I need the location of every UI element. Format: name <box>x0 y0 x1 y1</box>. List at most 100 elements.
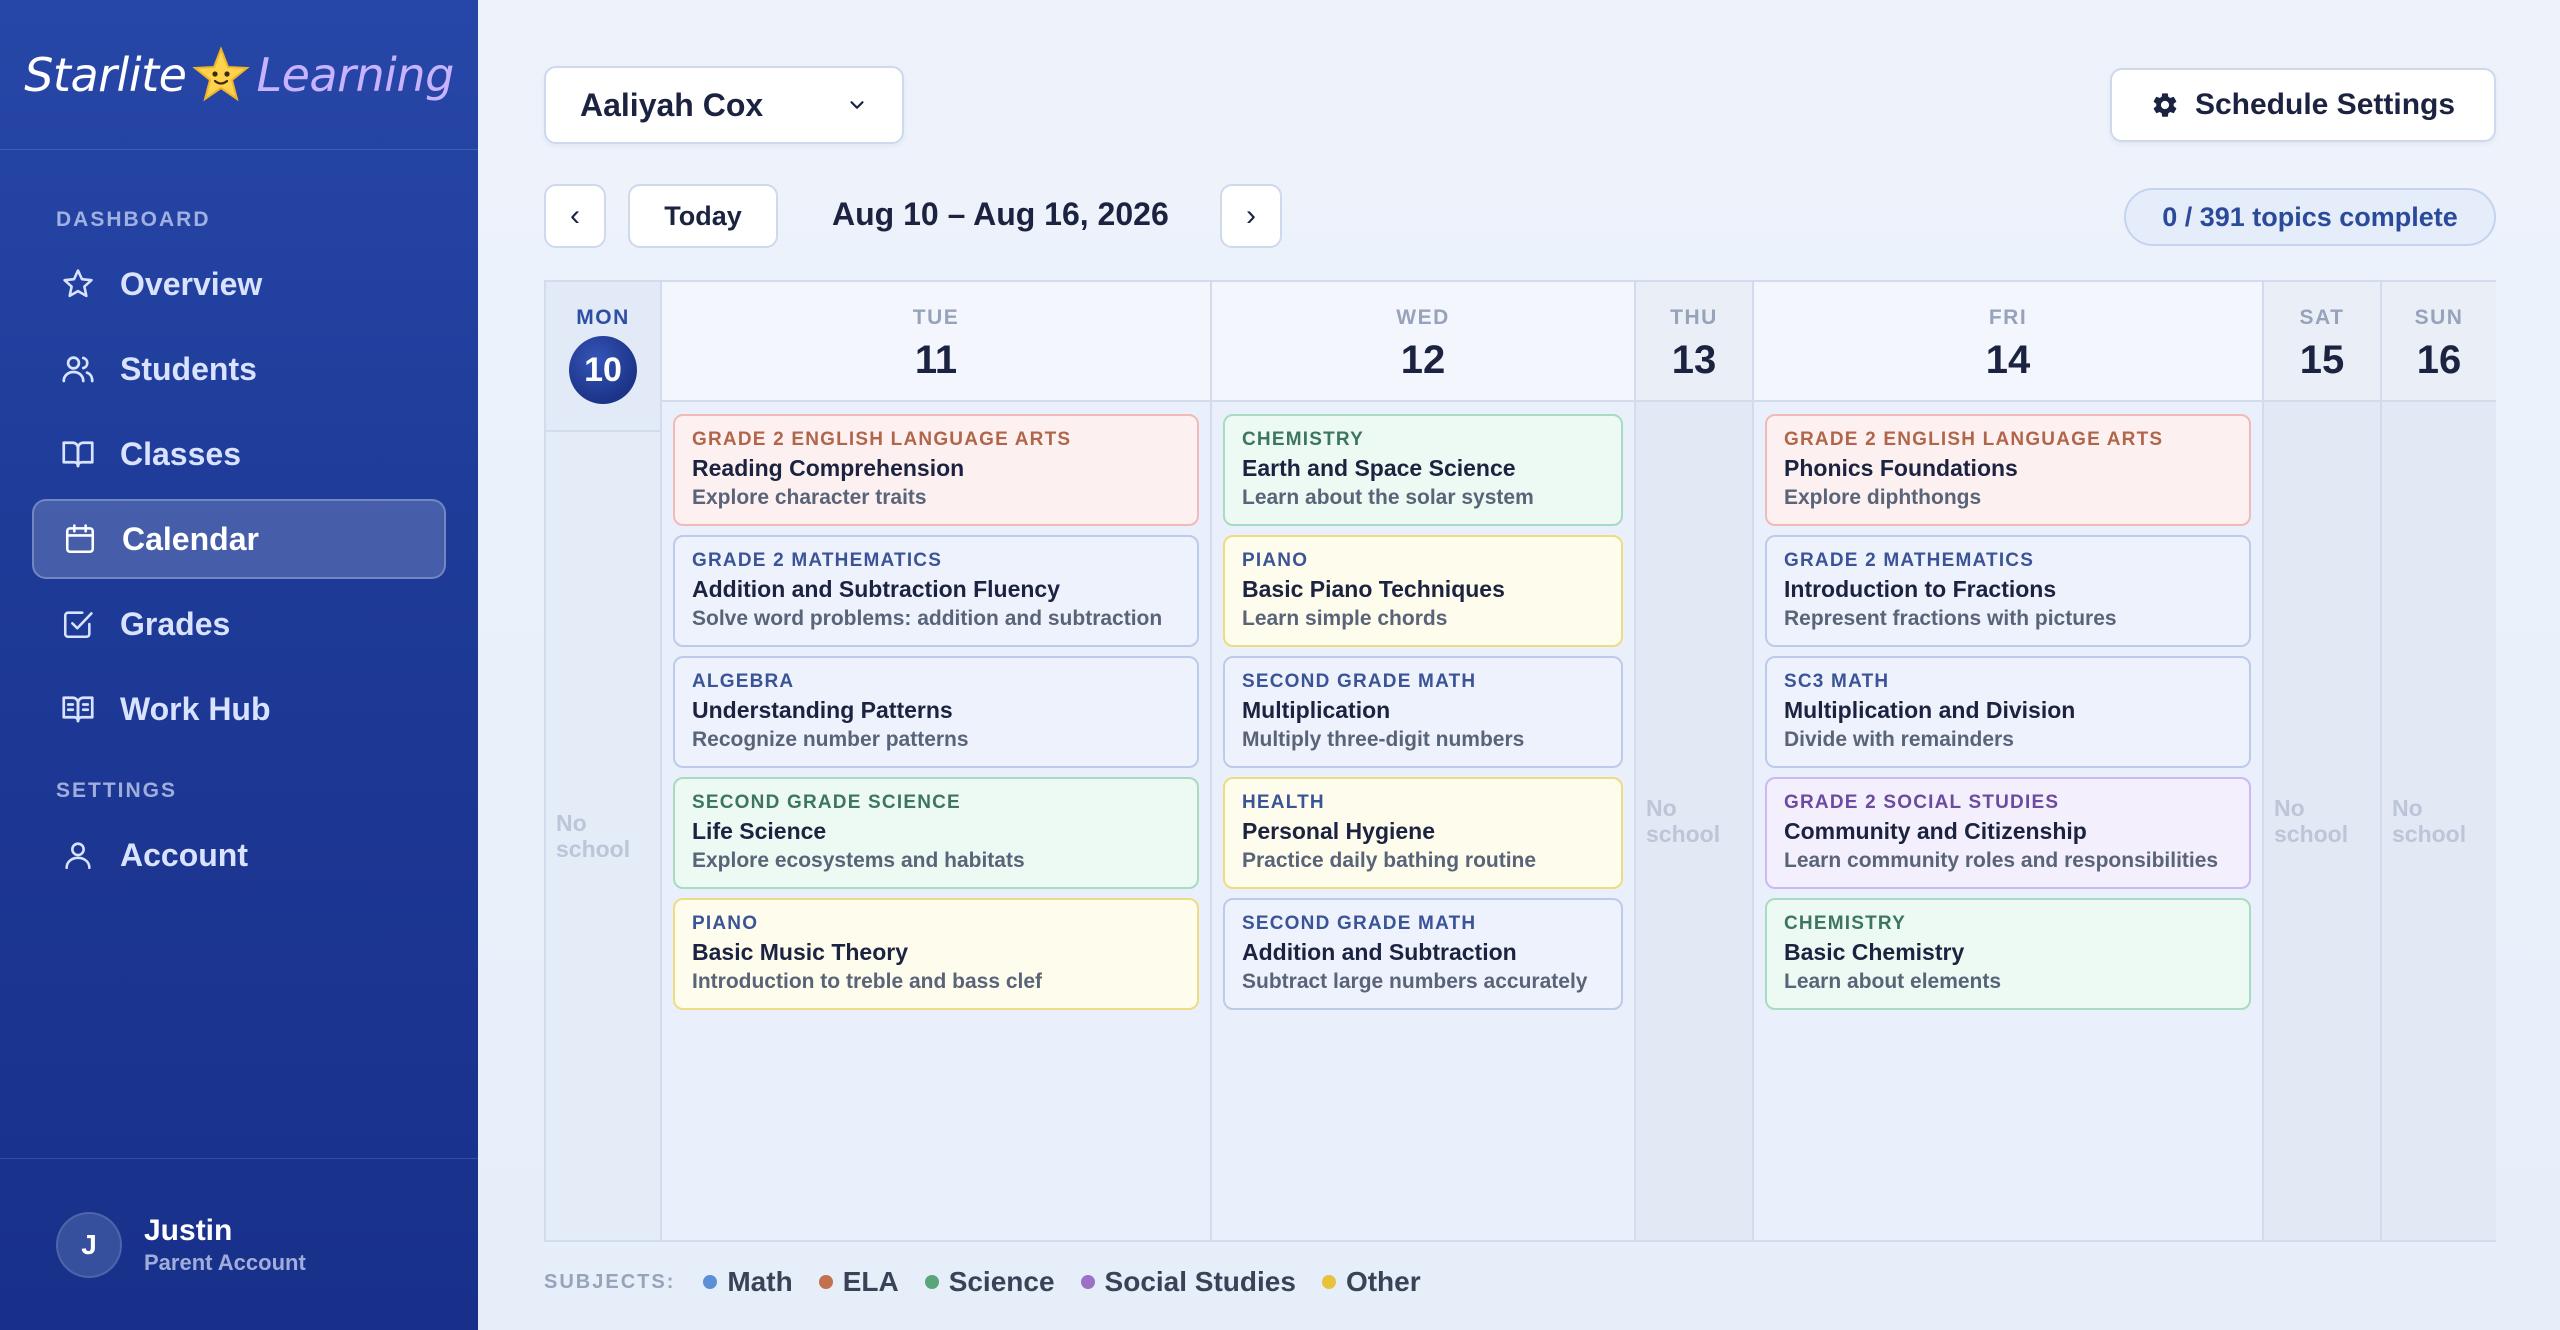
sidebar-item-label: Students <box>120 350 257 387</box>
day-header: FRI 14 <box>1754 282 2262 402</box>
topic-title: Addition and Subtraction Fluency <box>692 576 1060 602</box>
topic-title: Life Science <box>692 818 827 844</box>
topic-description: Learn community roles and responsibiliti… <box>1784 849 2219 872</box>
legend-dot <box>1080 1275 1095 1289</box>
day-column-fri: FRI 14 GRADE 2 ENGLISH LANGUAGE ARTS Pho… <box>1754 282 2264 1240</box>
next-week-button[interactable]: › <box>1220 184 1282 248</box>
today-button[interactable]: Today <box>628 184 778 248</box>
student-select-value: Aaliyah Cox <box>580 86 764 123</box>
day-number: 13 <box>1671 338 1717 382</box>
topic-description: Introduction to treble and bass clef <box>692 970 1043 993</box>
topic-subject: SECOND GRADE MATH <box>1242 671 1477 692</box>
day-of-week: FRI <box>1988 306 2028 329</box>
legend-item-label: Social Studies <box>1104 1266 1296 1297</box>
sidebar-item-label: Classes <box>120 435 241 472</box>
topic-description: Learn simple chords <box>1242 607 1448 630</box>
legend-label: SUBJECTS: <box>544 1270 676 1293</box>
topic-title: Earth and Space Science <box>1242 455 1516 481</box>
sidebar-item-label: Grades <box>120 605 231 642</box>
sidebar-item-label: Calendar <box>122 520 259 557</box>
topic-description: Practice daily bathing routine <box>1242 849 1537 872</box>
users-icon <box>58 349 98 389</box>
person-icon <box>58 835 98 875</box>
topic-card[interactable]: SC3 MATH Multiplication and Division Div… <box>1765 656 2251 768</box>
sidebar-item-students[interactable]: Students <box>32 329 446 409</box>
app-logo[interactable]: Starlite Learning <box>0 0 478 150</box>
date-range: Aug 10 – Aug 16, 2026 <box>832 196 1169 232</box>
topic-subject: GRADE 2 MATHEMATICS <box>692 550 943 571</box>
chevron-down-icon <box>846 87 868 124</box>
calendar-icon <box>60 519 100 559</box>
day-of-week: MON <box>576 306 630 329</box>
topic-subject: HEALTH <box>1242 792 1325 813</box>
day-header: THU 13 <box>1636 282 1752 402</box>
topic-list: GRADE 2 ENGLISH LANGUAGE ARTS Reading Co… <box>662 402 1210 1010</box>
topic-description: Explore ecosystems and habitats <box>692 849 1025 872</box>
topic-title: Multiplication <box>1242 697 1391 723</box>
schedule-settings-button[interactable]: Schedule Settings <box>2110 68 2496 142</box>
day-of-week: TUE <box>912 306 960 329</box>
topic-description: Represent fractions with pictures <box>1784 607 2117 630</box>
sidebar-item-work-hub[interactable]: Work Hub <box>32 669 446 749</box>
day-column-mon: MON 10 No school <box>546 282 662 1240</box>
no-school-label: No school <box>1646 794 1721 847</box>
topics-progress-badge: 0 / 391 topics complete <box>2124 188 2496 246</box>
topic-subject: SC3 MATH <box>1784 671 1890 692</box>
topic-card[interactable]: HEALTH Personal Hygiene Practice daily b… <box>1223 777 1623 889</box>
topic-title: Reading Comprehension <box>692 455 965 481</box>
logo-text-starlite: Starlite <box>24 47 187 102</box>
day-header: WED 12 <box>1212 282 1634 402</box>
topic-subject: GRADE 2 ENGLISH LANGUAGE ARTS <box>692 429 1072 450</box>
day-column-sat: SAT 15 No school <box>2264 282 2382 1240</box>
previous-week-button[interactable]: ‹ <box>544 184 606 248</box>
topic-title: Basic Music Theory <box>692 939 909 965</box>
topic-card[interactable]: PIANO Basic Music Theory Introduction to… <box>673 898 1199 1010</box>
legend-dot <box>818 1275 833 1289</box>
topic-card[interactable]: SECOND GRADE MATH Addition and Subtracti… <box>1223 898 1623 1010</box>
sidebar-item-account[interactable]: Account <box>32 815 446 895</box>
sidebar-item-calendar[interactable]: Calendar <box>32 499 446 579</box>
topic-card[interactable]: CHEMISTRY Basic Chemistry Learn about el… <box>1765 898 2251 1010</box>
topic-card[interactable]: GRADE 2 ENGLISH LANGUAGE ARTS Reading Co… <box>673 414 1199 526</box>
topic-card[interactable]: GRADE 2 SOCIAL STUDIES Community and Cit… <box>1765 777 2251 889</box>
user-role: Parent Account <box>144 1249 306 1275</box>
user-name: Justin <box>144 1213 233 1247</box>
topic-card[interactable]: SECOND GRADE SCIENCE Life Science Explor… <box>673 777 1199 889</box>
open-book-icon <box>58 689 98 729</box>
topic-card[interactable]: CHEMISTRY Earth and Space Science Learn … <box>1223 414 1623 526</box>
day-of-week: THU <box>1670 306 1718 329</box>
day-header: MON 10 <box>546 282 660 432</box>
sidebar-item-classes[interactable]: Classes <box>32 414 446 494</box>
user-profile[interactable]: J Justin Parent Account <box>0 1158 478 1330</box>
topic-card[interactable]: GRADE 2 MATHEMATICS Addition and Subtrac… <box>673 535 1199 647</box>
legend-item-label: ELA <box>842 1266 899 1297</box>
topic-title: Personal Hygiene <box>1242 818 1436 844</box>
book-icon <box>58 434 98 474</box>
topic-card[interactable]: PIANO Basic Piano Techniques Learn simpl… <box>1223 535 1623 647</box>
sidebar: Starlite Learning DASHBOARD Overview Stu… <box>0 0 478 1330</box>
day-number-today: 10 <box>569 336 637 404</box>
legend-item-label: Other <box>1345 1266 1421 1297</box>
sidebar-item-grades[interactable]: Grades <box>32 584 446 664</box>
sidebar-item-overview[interactable]: Overview <box>32 244 446 324</box>
schedule-settings-label: Schedule Settings <box>2194 88 2456 121</box>
student-select[interactable]: Aaliyah Cox <box>544 66 904 144</box>
topic-title: Phonics Foundations <box>1784 455 2018 481</box>
topic-card[interactable]: ALGEBRA Understanding Patterns Recognize… <box>673 656 1199 768</box>
legend-item-label: Math <box>727 1266 793 1297</box>
day-number: 14 <box>1985 338 2031 382</box>
topic-card[interactable]: GRADE 2 ENGLISH LANGUAGE ARTS Phonics Fo… <box>1765 414 2251 526</box>
avatar: J <box>56 1211 122 1278</box>
day-column-thu: THU 13 No school <box>1636 282 1754 1240</box>
topic-card[interactable]: SECOND GRADE MATH Multiplication Multipl… <box>1223 656 1623 768</box>
topic-card[interactable]: GRADE 2 MATHEMATICS Introduction to Frac… <box>1765 535 2251 647</box>
legend-dot <box>703 1275 718 1289</box>
topic-title: Community and Citizenship <box>1784 818 2087 844</box>
day-of-week: SAT <box>2299 306 2345 329</box>
legend-item-ela: ELA <box>818 1266 899 1298</box>
topic-subject: PIANO <box>692 913 759 934</box>
subjects-legend: SUBJECTS: Math ELA Science Social Studie… <box>544 1266 1447 1298</box>
topic-subject: GRADE 2 MATHEMATICS <box>1784 550 2035 571</box>
topic-subject: SECOND GRADE MATH <box>1242 913 1477 934</box>
day-number: 12 <box>1400 338 1446 382</box>
